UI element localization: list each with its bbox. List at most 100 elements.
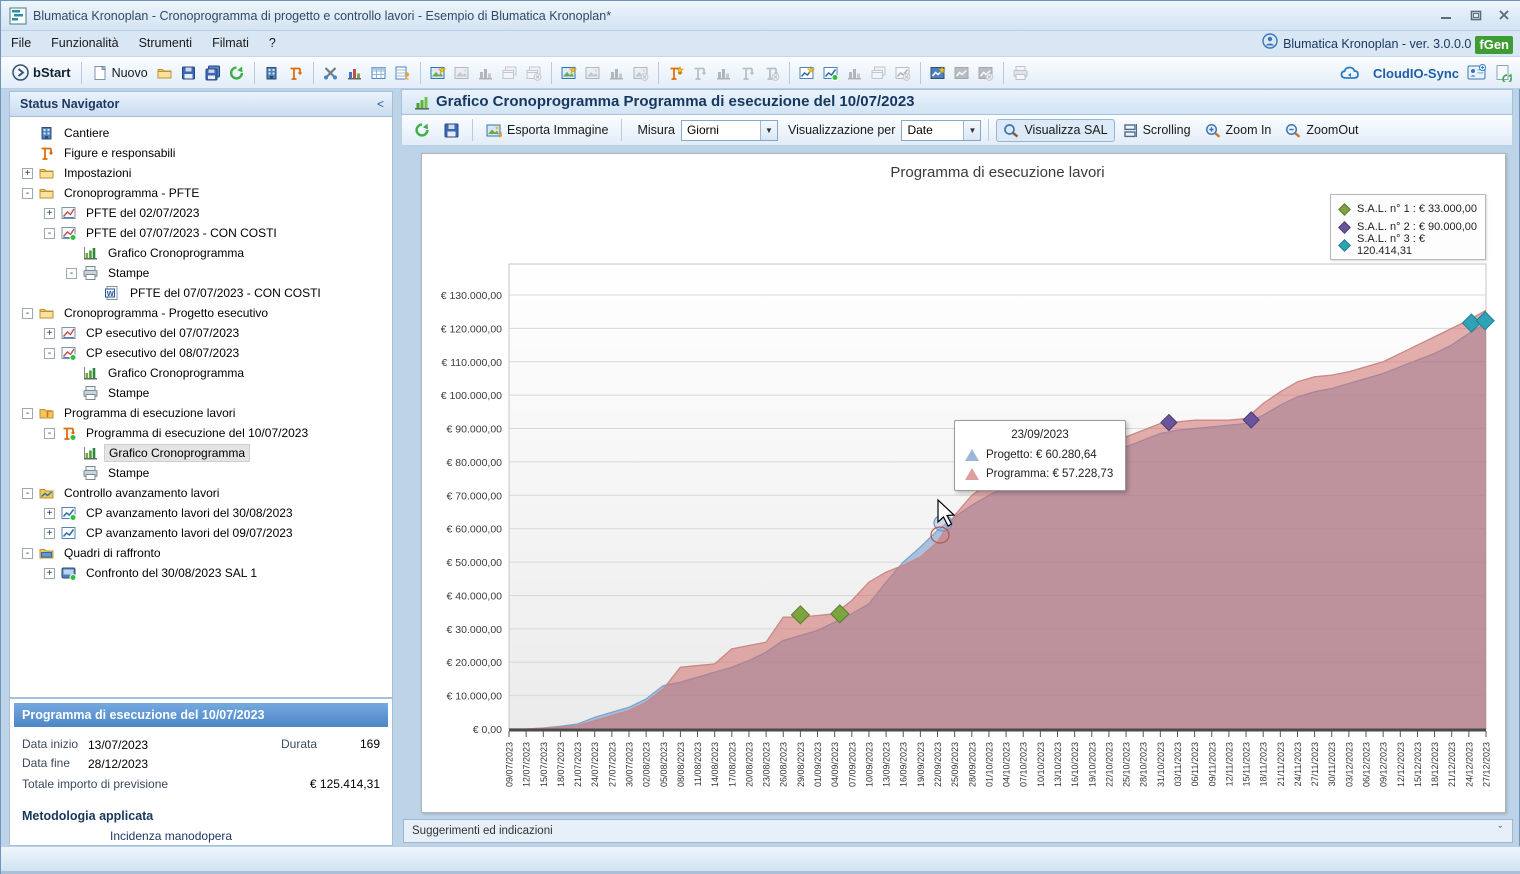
collapse-icon[interactable]: - <box>22 408 33 419</box>
tree-item-label[interactable]: CP avanzamento lavori del 30/08/2023 <box>82 505 297 521</box>
tree-item-cp-esecutivo-del-07-07-2023[interactable]: +CP esecutivo del 07/07/2023 <box>10 323 392 343</box>
tree-item-pfte-del-07-07-2023-con-costi[interactable]: - PFTE del 07/07/2023 - CON COSTI <box>10 223 392 243</box>
expand-icon[interactable]: + <box>44 508 55 519</box>
contact-card-icon[interactable] <box>1467 64 1487 82</box>
collapse-icon[interactable]: - <box>44 428 55 439</box>
collapse-icon[interactable]: - <box>22 548 33 559</box>
menu-item-?[interactable]: ? <box>259 31 286 56</box>
tree-item-pfte-del-07-07-2023-con-costi[interactable]: WPFTE del 07/07/2023 - CON COSTI <box>10 283 392 303</box>
bstart-button[interactable]: bStart <box>7 62 76 83</box>
tree-item-label[interactable]: Cantiere <box>60 125 113 141</box>
tree-item-label[interactable]: PFTE del 07/07/2023 - CON COSTI <box>126 285 325 301</box>
table-icon[interactable] <box>367 61 391 85</box>
figure-responsabili-icon[interactable] <box>284 61 308 85</box>
open-icon[interactable] <box>153 61 177 85</box>
tree-item-grafico-cronoprogramma[interactable]: Grafico Cronoprogramma <box>10 243 392 263</box>
minimize-button[interactable] <box>1432 5 1459 26</box>
refresh-icon[interactable] <box>225 61 249 85</box>
new-confronto-icon[interactable]: ★ <box>926 61 950 85</box>
tree-item-impostazioni[interactable]: + Impostazioni <box>10 163 392 183</box>
page-refresh-icon[interactable] <box>1495 64 1513 82</box>
tree-item-label[interactable]: Stampe <box>104 385 153 401</box>
zoom-in-button[interactable]: Zoom In <box>1199 120 1278 141</box>
collapse-icon[interactable]: - <box>44 228 55 239</box>
tree-item-cp-esecutivo-del-08-07-2023[interactable]: - CP esecutivo del 08/07/2023 <box>10 343 392 363</box>
tree-item-label[interactable]: Stampe <box>104 265 153 281</box>
zoom-out-button[interactable]: ZoomOut <box>1279 120 1364 141</box>
chart-icon[interactable] <box>343 61 367 85</box>
menu-item-strumenti[interactable]: Strumenti <box>129 31 203 56</box>
tree-item-label[interactable]: PFTE del 07/07/2023 - CON COSTI <box>82 225 281 241</box>
new-cp-icon[interactable]: ★ <box>557 61 581 85</box>
menu-item-filmati[interactable]: Filmati <box>202 31 259 56</box>
tree-item-label[interactable]: Cronoprogramma - PFTE <box>60 185 203 201</box>
tree-item-cp-avanzamento-lavori-del-09-07-2023[interactable]: + CP avanzamento lavori del 09/07/2023 <box>10 523 392 543</box>
chevron-down-icon[interactable]: ▼ <box>760 121 777 140</box>
save-icon[interactable] <box>177 61 201 85</box>
close-button[interactable] <box>1490 5 1517 26</box>
expand-icon[interactable]: + <box>44 528 55 539</box>
restore-button[interactable] <box>1462 5 1489 26</box>
tree-item-cantiere[interactable]: Cantiere <box>10 123 392 143</box>
menu-item-file[interactable]: File <box>1 31 41 56</box>
collapse-icon[interactable]: - <box>22 488 33 499</box>
tree-item-label[interactable]: CP avanzamento lavori del 09/07/2023 <box>82 525 297 541</box>
visualizza-sal-button[interactable]: Visualizza SAL <box>996 119 1114 142</box>
tree-item-stampe[interactable]: - Stampe <box>10 263 392 283</box>
esporta-immagine-button[interactable]: ★ Esporta Immagine <box>480 120 614 141</box>
tree-item-cp-avanzamento-lavori-del-30-08-2023[interactable]: + CP avanzamento lavori del 30/08/2023 <box>10 503 392 523</box>
expand-icon[interactable]: + <box>44 568 55 579</box>
cloud-sync-icon[interactable] <box>1339 64 1365 82</box>
chevron-down-icon[interactable]: ˇ <box>1498 820 1502 842</box>
tree-item-stampe[interactable]: Stampe <box>10 463 392 483</box>
cloud-sync-label[interactable]: CloudIO-Sync <box>1373 66 1459 81</box>
tree-item-label[interactable]: Programma di esecuzione lavori <box>60 405 239 421</box>
scrolling-button[interactable]: Scrolling <box>1117 120 1197 141</box>
tree-item-cronoprogramma-pfte[interactable]: - Cronoprogramma - PFTE <box>10 183 392 203</box>
tree-item-confronto-del-30-08-2023-sal-1[interactable]: + Confronto del 30/08/2023 SAL 1 <box>10 563 392 583</box>
new-pfte-icon[interactable]: ★ <box>426 61 450 85</box>
chart-save-button[interactable] <box>438 120 465 141</box>
new-programma-icon[interactable]: ★ <box>664 61 688 85</box>
tree-item-grafico-cronoprogramma[interactable]: Grafico Cronoprogramma <box>10 363 392 383</box>
tree-item-label[interactable]: Grafico Cronoprogramma <box>104 365 248 381</box>
tree-item-programma-di-esecuzione-del-10-07-2023[interactable]: - Programma di esecuzione del 10/07/2023 <box>10 423 392 443</box>
expand-icon[interactable]: + <box>22 168 33 179</box>
nuovo-button[interactable]: Nuovo <box>87 63 153 83</box>
expand-icon[interactable]: + <box>44 208 55 219</box>
collapse-panel-button[interactable]: < <box>377 92 384 116</box>
tree-item-cronoprogramma-progetto-esecutivo[interactable]: - Cronoprogramma - Progetto esecutivo <box>10 303 392 323</box>
tree-item-label[interactable]: Confronto del 30/08/2023 SAL 1 <box>82 565 261 581</box>
tree-item-label[interactable]: CP esecutivo del 07/07/2023 <box>82 325 243 341</box>
misura-select[interactable]: Giorni ▼ <box>681 120 778 141</box>
collapse-icon[interactable]: - <box>22 188 33 199</box>
tree-item-label[interactable]: Grafico Cronoprogramma <box>104 444 250 462</box>
tree-item-quadri-di-raffronto[interactable]: - Quadri di raffronto <box>10 543 392 563</box>
tree-item-programma-di-esecuzione-lavori[interactable]: - Programma di esecuzione lavori <box>10 403 392 423</box>
tree-item-label[interactable]: PFTE del 02/07/2023 <box>82 205 203 221</box>
tree-item-label[interactable]: Quadri di raffronto <box>60 545 165 561</box>
tree-item-label[interactable]: Impostazioni <box>60 165 135 181</box>
tree-item-label[interactable]: Grafico Cronoprogramma <box>104 245 248 261</box>
tree-item-pfte-del-02-07-2023[interactable]: + PFTE del 02/07/2023 <box>10 203 392 223</box>
tree-item-label[interactable]: Controllo avanzamento lavori <box>60 485 223 501</box>
new-controllo-icon[interactable]: ★ <box>795 61 819 85</box>
collapse-icon[interactable]: - <box>22 308 33 319</box>
collapse-icon[interactable]: - <box>66 268 77 279</box>
visualizzazione-select[interactable]: Date ▼ <box>901 120 981 141</box>
tree-item-label[interactable]: Programma di esecuzione del 10/07/2023 <box>82 425 312 441</box>
tree-item-label[interactable]: Figure e responsabili <box>60 145 179 161</box>
chevron-down-icon[interactable]: ▼ <box>963 121 980 140</box>
chart-refresh-button[interactable] <box>408 119 436 141</box>
tree-item-label[interactable]: Cronoprogramma - Progetto esecutivo <box>60 305 272 321</box>
tools-icon[interactable] <box>319 61 343 85</box>
controllo-icon[interactable] <box>819 61 843 85</box>
cantiere-icon[interactable] <box>260 61 284 85</box>
tree-item-controllo-avanzamento-lavori[interactable]: - Controllo avanzamento lavori <box>10 483 392 503</box>
collapse-icon[interactable]: - <box>44 348 55 359</box>
tree-item-grafico-cronoprogramma[interactable]: Grafico Cronoprogramma <box>10 443 392 463</box>
menu-item-funzionalit[interactable]: Funzionalità <box>41 31 128 56</box>
tree-item-label[interactable]: CP esecutivo del 08/07/2023 <box>82 345 243 361</box>
suggestions-bar[interactable]: Suggerimenti ed indicazioni ˇ <box>403 819 1513 843</box>
tree-item-figure-e-responsabili[interactable]: Figure e responsabili <box>10 143 392 163</box>
